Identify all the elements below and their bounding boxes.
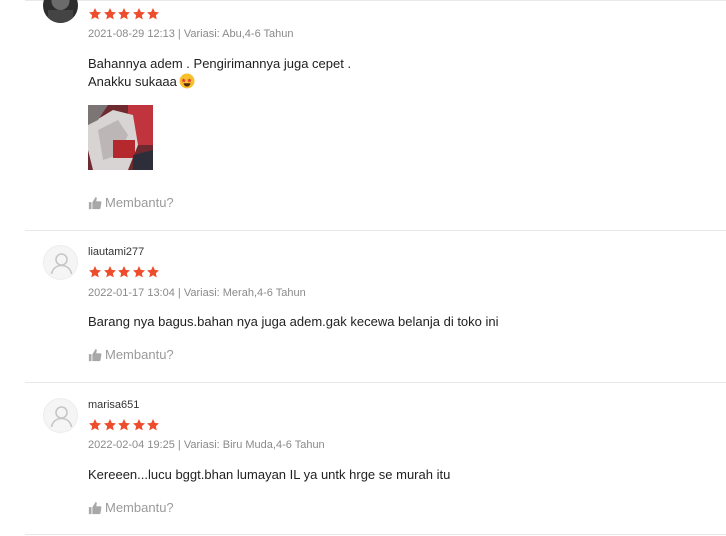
review-timestamp: 2022-02-04 19:25 — [88, 439, 175, 451]
star-icon — [103, 265, 117, 279]
review-content-line: Anakku sukaaa — [88, 74, 177, 89]
review-meta: 2022-02-04 19:25 | Variasi: Biru Muda,4-… — [88, 439, 325, 451]
star-icon — [88, 7, 102, 21]
top-divider — [25, 0, 726, 1]
avatar[interactable] — [43, 245, 78, 280]
star-icon — [146, 418, 160, 432]
helpful-button[interactable]: Membantu? — [88, 347, 174, 362]
rating-stars — [88, 265, 161, 279]
review-content-line: Kereeen...lucu bggt.bhan lumayan IL ya u… — [88, 467, 451, 482]
review-variation: Variasi: Biru Muda,4-6 Tahun — [183, 439, 325, 451]
review-content-line: Barang nya bagus.bahan nya juga adem.gak… — [88, 314, 499, 329]
helpful-label: Membantu? — [105, 195, 174, 210]
avatar[interactable] — [43, 398, 78, 433]
star-struck-emoji — [179, 73, 195, 94]
star-icon — [88, 418, 102, 432]
review-content: Kereeen...lucu bggt.bhan lumayan IL ya u… — [88, 466, 450, 484]
star-icon — [117, 7, 131, 21]
review-divider — [25, 382, 726, 383]
star-icon — [132, 7, 146, 21]
star-icon — [146, 7, 160, 21]
rating-stars — [88, 418, 161, 432]
helpful-label: Membantu? — [105, 347, 174, 362]
star-icon — [103, 7, 117, 21]
thumbs-up-icon — [88, 196, 102, 210]
review-divider — [25, 230, 726, 231]
reviewer-username[interactable]: marisa651 — [88, 399, 139, 411]
helpful-button[interactable]: Membantu? — [88, 500, 174, 515]
user-icon — [44, 246, 78, 280]
star-icon — [146, 265, 160, 279]
helpful-button[interactable]: Membantu? — [88, 195, 174, 210]
star-icon — [88, 265, 102, 279]
helpful-label: Membantu? — [105, 500, 174, 515]
reviewer-username[interactable]: liautami277 — [88, 246, 144, 258]
star-icon — [132, 418, 146, 432]
review-variation: Variasi: Abu,4-6 Tahun — [183, 28, 294, 40]
review-divider — [25, 534, 726, 535]
review-timestamp: 2022-01-17 13:04 — [88, 287, 175, 299]
review-meta: 2022-01-17 13:04 | Variasi: Merah,4-6 Ta… — [88, 287, 306, 299]
thumbs-up-icon — [88, 348, 102, 362]
avatar[interactable] — [43, 0, 78, 23]
star-icon — [103, 418, 117, 432]
review-content: Bahannya adem . Pengirimannya juga cepet… — [88, 55, 351, 94]
review-content: Barang nya bagus.bahan nya juga adem.gak… — [88, 313, 499, 331]
rating-stars — [88, 7, 161, 21]
review-content-line: Bahannya adem . Pengirimannya juga cepet… — [88, 56, 352, 71]
star-icon — [117, 418, 131, 432]
thumbs-up-icon — [88, 501, 102, 515]
review-variation: Variasi: Merah,4-6 Tahun — [183, 287, 306, 299]
star-icon — [117, 265, 131, 279]
star-icon — [132, 265, 146, 279]
review-meta: 2021-08-29 12:13 | Variasi: Abu,4-6 Tahu… — [88, 28, 294, 40]
user-icon — [44, 399, 78, 433]
review-timestamp: 2021-08-29 12:13 — [88, 28, 175, 40]
review-photo[interactable] — [88, 105, 153, 170]
